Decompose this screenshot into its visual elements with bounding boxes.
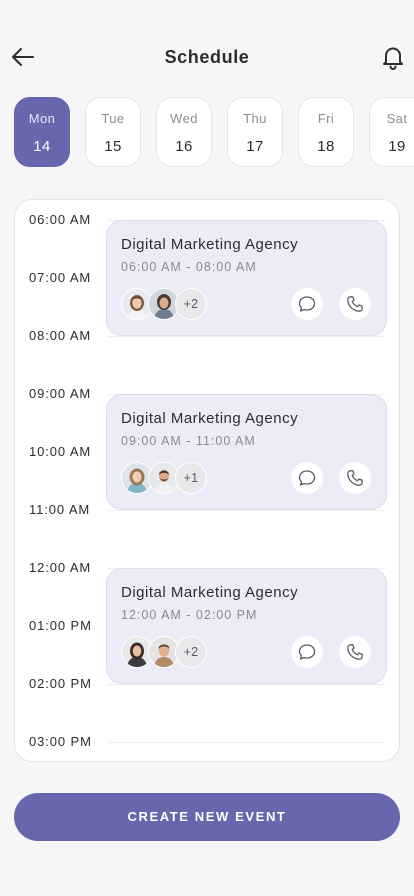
chat-bubble-icon [298,470,316,486]
more-attendees-badge: +1 [175,462,207,494]
time-label: 09:00 AM [29,386,92,401]
event-time: 06:00 AM - 08:00 AM [121,260,257,274]
hour-divider [107,684,385,685]
event-title: Digital Marketing Agency [121,410,299,427]
day-name: Wed [170,111,198,126]
more-attendees-badge: +2 [175,288,207,320]
day-name: Sat [386,111,408,126]
day-number: 17 [246,138,264,155]
phone-icon [347,470,363,486]
day-selector: Mon 14 Tue 15 Wed 16 Thu 17 Fri 18 Sat 1… [14,97,414,169]
event-title: Digital Marketing Agency [121,584,299,601]
attendee-avatars[interactable]: +2 [121,288,221,320]
day-name: Fri [317,111,335,126]
create-new-event-button[interactable]: CREATE NEW EVENT [14,793,400,841]
time-label: 10:00 AM [29,444,92,459]
page-title: Schedule [164,47,250,67]
chat-button[interactable] [291,288,323,320]
chat-bubble-icon [298,296,316,312]
day-name: Thu [243,111,267,126]
event-time: 09:00 AM - 11:00 AM [121,434,256,448]
hour-divider [107,742,385,743]
day-number: 15 [104,138,122,155]
time-label: 11:00 AM [29,502,91,517]
time-label: 02:00 PM [29,676,92,691]
day-tue[interactable]: Tue 15 [85,97,141,167]
event-time: 12:00 AM - 02:00 PM [121,608,258,622]
day-name: Tue [101,111,125,126]
day-number: 16 [175,138,193,155]
event-card[interactable]: Digital Marketing Agency 12:00 AM - 02:0… [106,568,387,684]
event-card[interactable]: Digital Marketing Agency 09:00 AM - 11:0… [106,394,387,510]
time-label: 01:00 PM [29,618,92,633]
time-label: 06:00 AM [29,212,92,227]
day-number: 19 [388,138,406,155]
event-card[interactable]: Digital Marketing Agency 06:00 AM - 08:0… [106,220,387,336]
day-wed[interactable]: Wed 16 [156,97,212,167]
call-button[interactable] [339,636,371,668]
call-button[interactable] [339,462,371,494]
time-label: 12:00 AM [29,560,92,575]
chat-button[interactable] [291,636,323,668]
day-mon[interactable]: Mon 14 [14,97,70,167]
phone-icon [347,296,363,312]
schedule-timeline[interactable]: 06:00 AM 07:00 AM 08:00 AM 09:00 AM 10:0… [14,199,400,762]
hour-divider [107,510,385,511]
phone-icon [347,644,363,660]
time-label: 08:00 AM [29,328,92,343]
day-number: 18 [317,138,335,155]
attendee-avatars[interactable]: +1 [121,462,221,494]
day-fri[interactable]: Fri 18 [298,97,354,167]
day-thu[interactable]: Thu 17 [227,97,283,167]
chat-button[interactable] [291,462,323,494]
day-sat[interactable]: Sat 19 [369,97,414,167]
attendee-avatars[interactable]: +2 [121,636,221,668]
hour-divider [107,336,385,337]
day-number: 14 [33,138,51,155]
time-label: 03:00 PM [29,734,92,749]
time-label: 07:00 AM [29,270,92,285]
event-title: Digital Marketing Agency [121,236,299,253]
bell-icon [383,47,403,70]
notification-button[interactable] [380,44,406,70]
call-button[interactable] [339,288,371,320]
day-name: Mon [28,111,56,126]
more-attendees-badge: +2 [175,636,207,668]
chat-bubble-icon [298,644,316,660]
